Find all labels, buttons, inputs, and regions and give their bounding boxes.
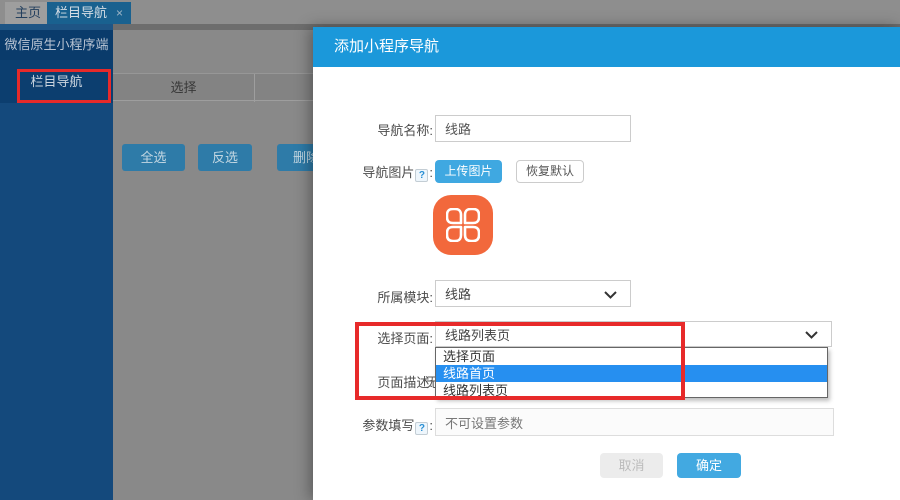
restore-default-button[interactable]: 恢复默认 — [516, 160, 584, 183]
table-header-select: 选择 — [113, 74, 255, 102]
chevron-down-icon — [805, 331, 818, 339]
modal-title: 添加小程序导航 — [334, 27, 439, 67]
tab-home[interactable]: 主页 — [5, 2, 51, 24]
table-header-row: 选择 — [113, 73, 313, 101]
nav-name-value: 线路 — [445, 119, 471, 138]
tab-column-nav[interactable]: 栏目导航 × — [47, 2, 131, 24]
sidebar: 微信原生小程序端 栏目导航 — [0, 30, 113, 500]
cancel-button[interactable]: 取消 — [600, 453, 663, 478]
module-select[interactable]: 线路 — [435, 280, 631, 307]
page-select-value: 线路列表页 — [445, 325, 510, 344]
params-input[interactable]: 不可设置参数 — [435, 408, 834, 436]
dropdown-option[interactable]: 选择页面 — [436, 348, 827, 365]
params-value: 不可设置参数 — [445, 413, 523, 432]
dropdown-option-highlighted[interactable]: 线路首页 — [436, 365, 827, 382]
help-icon[interactable]: ? — [415, 422, 428, 435]
background-content: 选择 全选 反选 删除 — [113, 30, 313, 500]
tab-active-label: 栏目导航 — [55, 5, 107, 20]
module-value: 线路 — [445, 284, 471, 303]
sidebar-item-column-nav[interactable]: 栏目导航 — [0, 70, 113, 94]
clover-icon — [446, 208, 480, 242]
chevron-down-icon — [604, 291, 617, 299]
page-select[interactable]: 线路列表页 — [435, 321, 832, 347]
modal-header: 添加小程序导航 — [313, 27, 900, 67]
page-desc-label: 页面描述: — [313, 372, 433, 391]
invert-selection-button[interactable]: 反选 — [198, 144, 252, 171]
upload-image-button[interactable]: 上传图片 — [435, 160, 502, 183]
tab-bar: 主页 栏目导航 × — [0, 0, 900, 24]
select-all-button[interactable]: 全选 — [122, 144, 185, 171]
params-label: 参数填写?: — [313, 415, 433, 435]
nav-image-preview — [433, 195, 493, 255]
nav-name-input[interactable]: 线路 — [435, 115, 631, 142]
nav-name-label: 导航名称: — [313, 120, 433, 139]
help-icon[interactable]: ? — [415, 169, 428, 182]
dropdown-option[interactable]: 线路列表页 — [436, 382, 827, 399]
module-label: 所属模块: — [313, 287, 433, 306]
sidebar-header: 微信原生小程序端 — [0, 30, 113, 60]
add-navigation-modal: 添加小程序导航 导航名称: 线路 导航图片?: 上传图片 恢复默认 所属模块: … — [313, 27, 900, 500]
confirm-button[interactable]: 确定 — [677, 453, 741, 478]
page-select-label: 选择页面: — [313, 328, 433, 347]
nav-image-label: 导航图片?: — [313, 162, 433, 182]
close-icon[interactable]: × — [116, 6, 123, 20]
page-dropdown-list: 选择页面 线路首页 线路列表页 — [435, 347, 828, 398]
